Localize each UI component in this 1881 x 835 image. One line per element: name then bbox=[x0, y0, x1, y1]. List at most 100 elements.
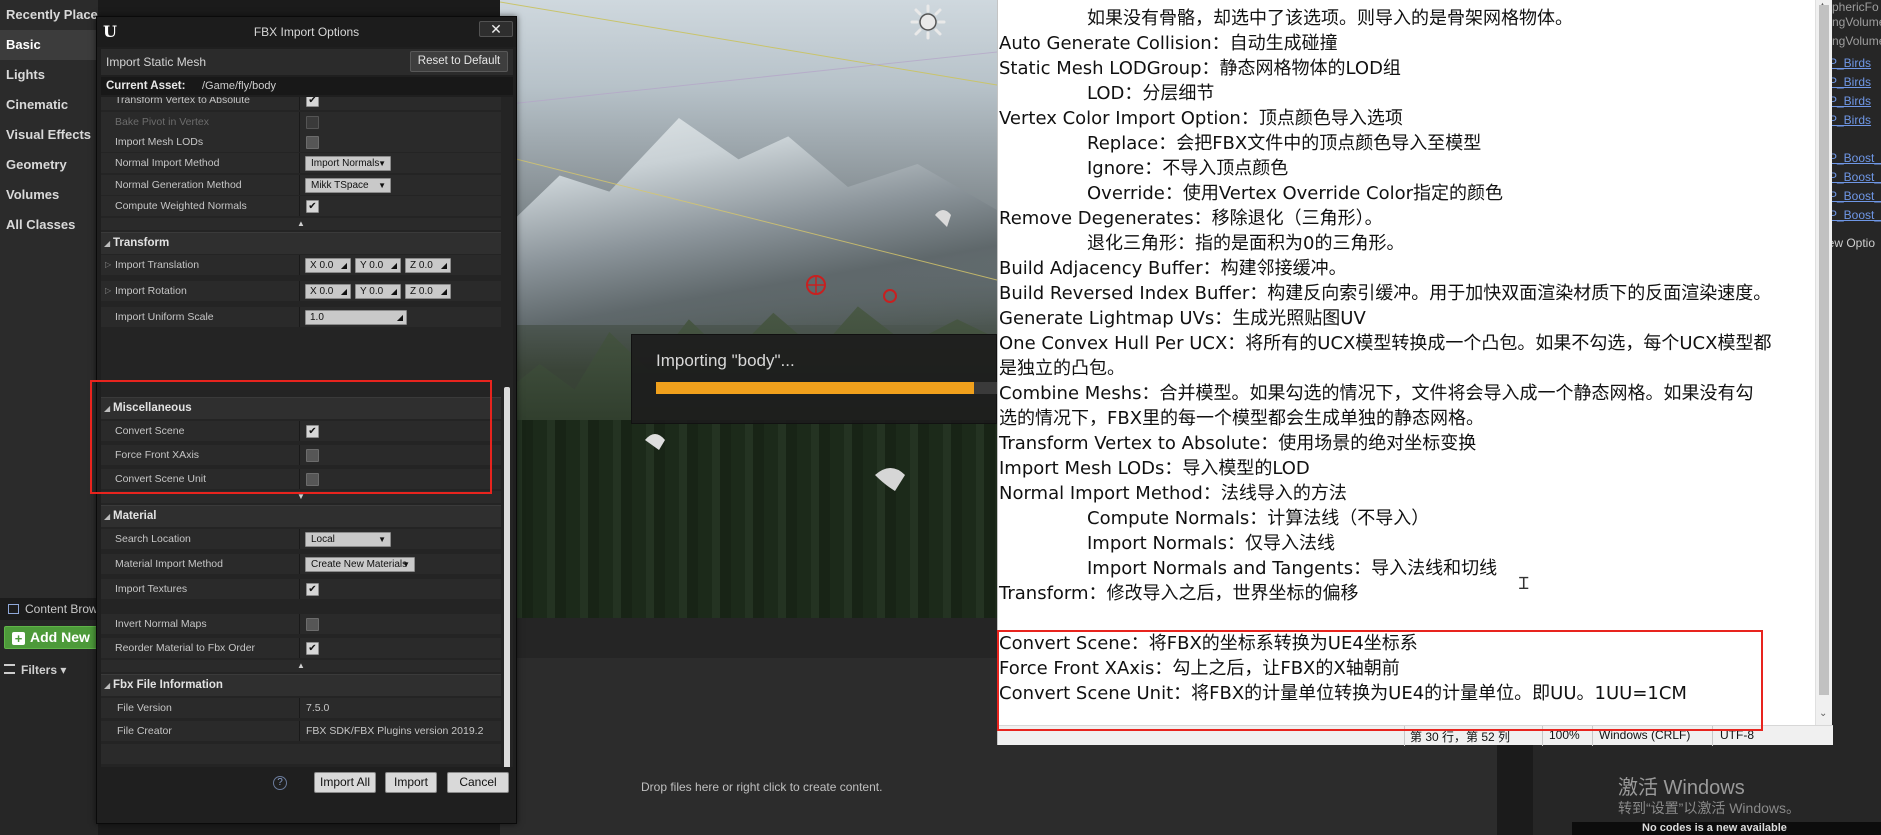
collapse-advanced-button[interactable]: ▲ bbox=[101, 660, 501, 672]
invert-normal-maps-checkbox[interactable] bbox=[306, 618, 319, 631]
import-mesh-lods-checkbox[interactable] bbox=[306, 136, 319, 149]
compute-weighted-normals-checkbox[interactable]: ✔ bbox=[306, 200, 319, 213]
import-textures-checkbox[interactable]: ✔ bbox=[306, 583, 319, 596]
import-progress-fill bbox=[656, 382, 975, 394]
notepad-line: Combine Meshs：合并模型。如果勾选的情况下，文件将会导入成一个静态网… bbox=[999, 383, 1754, 404]
search-location-dropdown[interactable]: Local ▼ bbox=[305, 532, 391, 547]
scroll-down-icon[interactable]: ⌄ bbox=[1819, 708, 1827, 719]
mode-all-classes[interactable]: All Classes bbox=[0, 210, 98, 240]
outliner-item[interactable]: ngVolume bbox=[1832, 15, 1881, 29]
outliner-asset-link[interactable]: P_Birds bbox=[1829, 94, 1871, 108]
rotation-z-field[interactable]: Z 0.0 ◢ bbox=[405, 284, 451, 299]
outliner-asset-link[interactable]: P_Birds bbox=[1829, 113, 1871, 127]
mode-cinematic[interactable]: Cinematic bbox=[0, 90, 98, 120]
dialog-titlebar[interactable]: U FBX Import Options ✕ bbox=[97, 17, 516, 47]
option-row: Reorder Material to Fbx Order ✔ bbox=[101, 638, 501, 658]
outliner-asset-link[interactable]: P_Boost_ bbox=[1829, 151, 1881, 165]
options-scroll-area[interactable]: Transform Vertex to Absolute ✔ Bake Pivo… bbox=[101, 97, 513, 767]
close-button[interactable]: ✕ bbox=[479, 21, 513, 37]
expand-arrow-icon[interactable]: ▷ bbox=[105, 260, 111, 269]
bird-actor-icon[interactable] bbox=[935, 210, 951, 227]
notepad-line: Vertex Color Import Option：顶点颜色导入选项 bbox=[999, 108, 1403, 129]
view-options-button[interactable]: iew Optio bbox=[1825, 236, 1875, 250]
notification-bar: No codes is a new available bbox=[1572, 822, 1881, 835]
option-label: Search Location bbox=[115, 533, 191, 545]
import-all-button[interactable]: Import All bbox=[314, 772, 376, 793]
notepad-line: Compute Normals：计算法线（不导入） bbox=[1087, 508, 1430, 529]
miscellaneous-section-header[interactable]: ◢ Miscellaneous bbox=[101, 397, 501, 419]
material-section-header[interactable]: ◢ Material bbox=[101, 505, 501, 527]
mode-basic[interactable]: Basic bbox=[0, 30, 98, 60]
mode-lights[interactable]: Lights bbox=[0, 60, 98, 90]
option-row: Search Location Local ▼ bbox=[101, 529, 501, 549]
option-label: Import Textures bbox=[115, 583, 188, 595]
content-browser-tab[interactable]: Content Brow bbox=[0, 598, 98, 620]
outliner-asset-link[interactable]: P_Boost_ bbox=[1829, 189, 1881, 203]
normal-import-method-dropdown[interactable]: Import Normals ▼ bbox=[305, 156, 391, 171]
notepad-window[interactable]: 如果没有骨骼，却选中了该选项。则导入的是骨架网格物体。 Auto Generate… bbox=[997, 0, 1833, 746]
mode-volumes[interactable]: Volumes bbox=[0, 180, 98, 210]
translation-x-field[interactable]: X 0.0 ◢ bbox=[305, 258, 351, 273]
bird-actor-icon[interactable] bbox=[645, 434, 665, 450]
material-import-method-dropdown[interactable]: Create New Materials ▼ bbox=[305, 557, 415, 572]
mode-geometry[interactable]: Geometry bbox=[0, 150, 98, 180]
bird-actor-icon[interactable] bbox=[875, 468, 905, 491]
outliner-item[interactable]: phericFo bbox=[1832, 0, 1879, 14]
notepad-scrollbar[interactable]: ▲ ⌄ bbox=[1815, 0, 1832, 725]
dropdown-value: Mikk TSpace bbox=[311, 180, 369, 191]
help-icon[interactable]: ? bbox=[273, 776, 287, 790]
section-title: Miscellaneous bbox=[113, 402, 192, 414]
fbx-info-section-header[interactable]: ◢ Fbx File Information bbox=[101, 674, 501, 696]
drag-icon: ◢ bbox=[396, 313, 403, 322]
option-row: Material Import Method Create New Materi… bbox=[101, 554, 501, 574]
transform-section-header[interactable]: ◢ Transform bbox=[101, 232, 501, 254]
notepad-line: 如果没有骨骼，却选中了该选项。则导入的是骨架网格物体。 bbox=[1087, 8, 1573, 29]
cancel-button[interactable]: Cancel bbox=[447, 772, 509, 793]
option-label: Bake Pivot in Vertex bbox=[115, 116, 209, 128]
notepad-line: Auto Generate Collision：自动生成碰撞 bbox=[999, 33, 1338, 54]
force-front-xaxis-checkbox[interactable] bbox=[306, 449, 319, 462]
text-cursor-icon: Ɪ bbox=[1519, 574, 1529, 593]
reset-to-default-button[interactable]: Reset to Default bbox=[410, 51, 508, 72]
collapse-advanced-button[interactable]: ▲ bbox=[101, 218, 501, 230]
collapse-triangle-icon: ◢ bbox=[104, 512, 111, 521]
expand-advanced-button[interactable]: ▼ bbox=[101, 491, 501, 503]
import-type-label: Import Static Mesh bbox=[106, 55, 207, 69]
translation-z-field[interactable]: Z 0.0 ◢ bbox=[405, 258, 451, 273]
normal-generation-method-dropdown[interactable]: Mikk TSpace ▼ bbox=[305, 178, 391, 193]
dialog-scrollbar[interactable] bbox=[504, 387, 510, 767]
mode-recently-placed[interactable]: Recently Placed bbox=[0, 0, 98, 30]
bake-pivot-checkbox[interactable] bbox=[306, 116, 319, 129]
level-viewport[interactable] bbox=[500, 0, 997, 618]
uniform-scale-field[interactable]: 1.0 ◢ bbox=[305, 310, 407, 325]
option-row: Import Mesh LODs bbox=[101, 132, 501, 152]
rotation-y-field[interactable]: Y 0.0 ◢ bbox=[355, 284, 401, 299]
directional-light-icon[interactable] bbox=[910, 4, 946, 40]
outliner-asset-link[interactable]: P_Boost_ bbox=[1829, 208, 1881, 222]
option-label: Transform Vertex to Absolute bbox=[115, 97, 251, 106]
option-label: Convert Scene Unit bbox=[115, 473, 207, 485]
target-marker-icon[interactable] bbox=[883, 289, 897, 303]
outliner-asset-link[interactable]: P_Birds bbox=[1829, 56, 1871, 70]
scrollbar-thumb[interactable] bbox=[1819, 5, 1829, 695]
import-button[interactable]: Import bbox=[385, 772, 437, 793]
transform-vertex-checkbox[interactable]: ✔ bbox=[306, 97, 319, 107]
outliner-asset-link[interactable]: P_Boost_ bbox=[1829, 170, 1881, 184]
rotation-x-field[interactable]: X 0.0 ◢ bbox=[305, 284, 351, 299]
outliner-asset-link[interactable]: P_Birds bbox=[1829, 75, 1871, 89]
option-row: Import Uniform Scale 1.0 ◢ bbox=[101, 307, 501, 327]
mode-visual-effects[interactable]: Visual Effects bbox=[0, 120, 98, 150]
expand-arrow-icon[interactable]: ▷ bbox=[105, 286, 111, 295]
filters-button[interactable]: Filters ▾ bbox=[4, 660, 98, 680]
convert-scene-unit-checkbox[interactable] bbox=[306, 473, 319, 486]
notepad-status-bar: 第 30 行，第 52 列 100% Windows (CRLF) UTF-8 bbox=[998, 725, 1833, 746]
outliner-item[interactable]: ngVolume bbox=[1832, 34, 1881, 48]
convert-scene-checkbox[interactable]: ✔ bbox=[306, 425, 319, 438]
reorder-material-checkbox[interactable]: ✔ bbox=[306, 642, 319, 655]
option-label: File Version bbox=[117, 702, 172, 714]
add-new-button[interactable]: + Add New bbox=[4, 626, 98, 649]
translation-y-field[interactable]: Y 0.0 ◢ bbox=[355, 258, 401, 273]
field-value: 0.0 bbox=[418, 286, 433, 297]
notepad-line: 退化三角形：指的是面积为0的三角形。 bbox=[1087, 233, 1405, 254]
notepad-text-area[interactable]: 如果没有骨骼，却选中了该选项。则导入的是骨架网格物体。 Auto Generate… bbox=[999, 6, 1809, 706]
